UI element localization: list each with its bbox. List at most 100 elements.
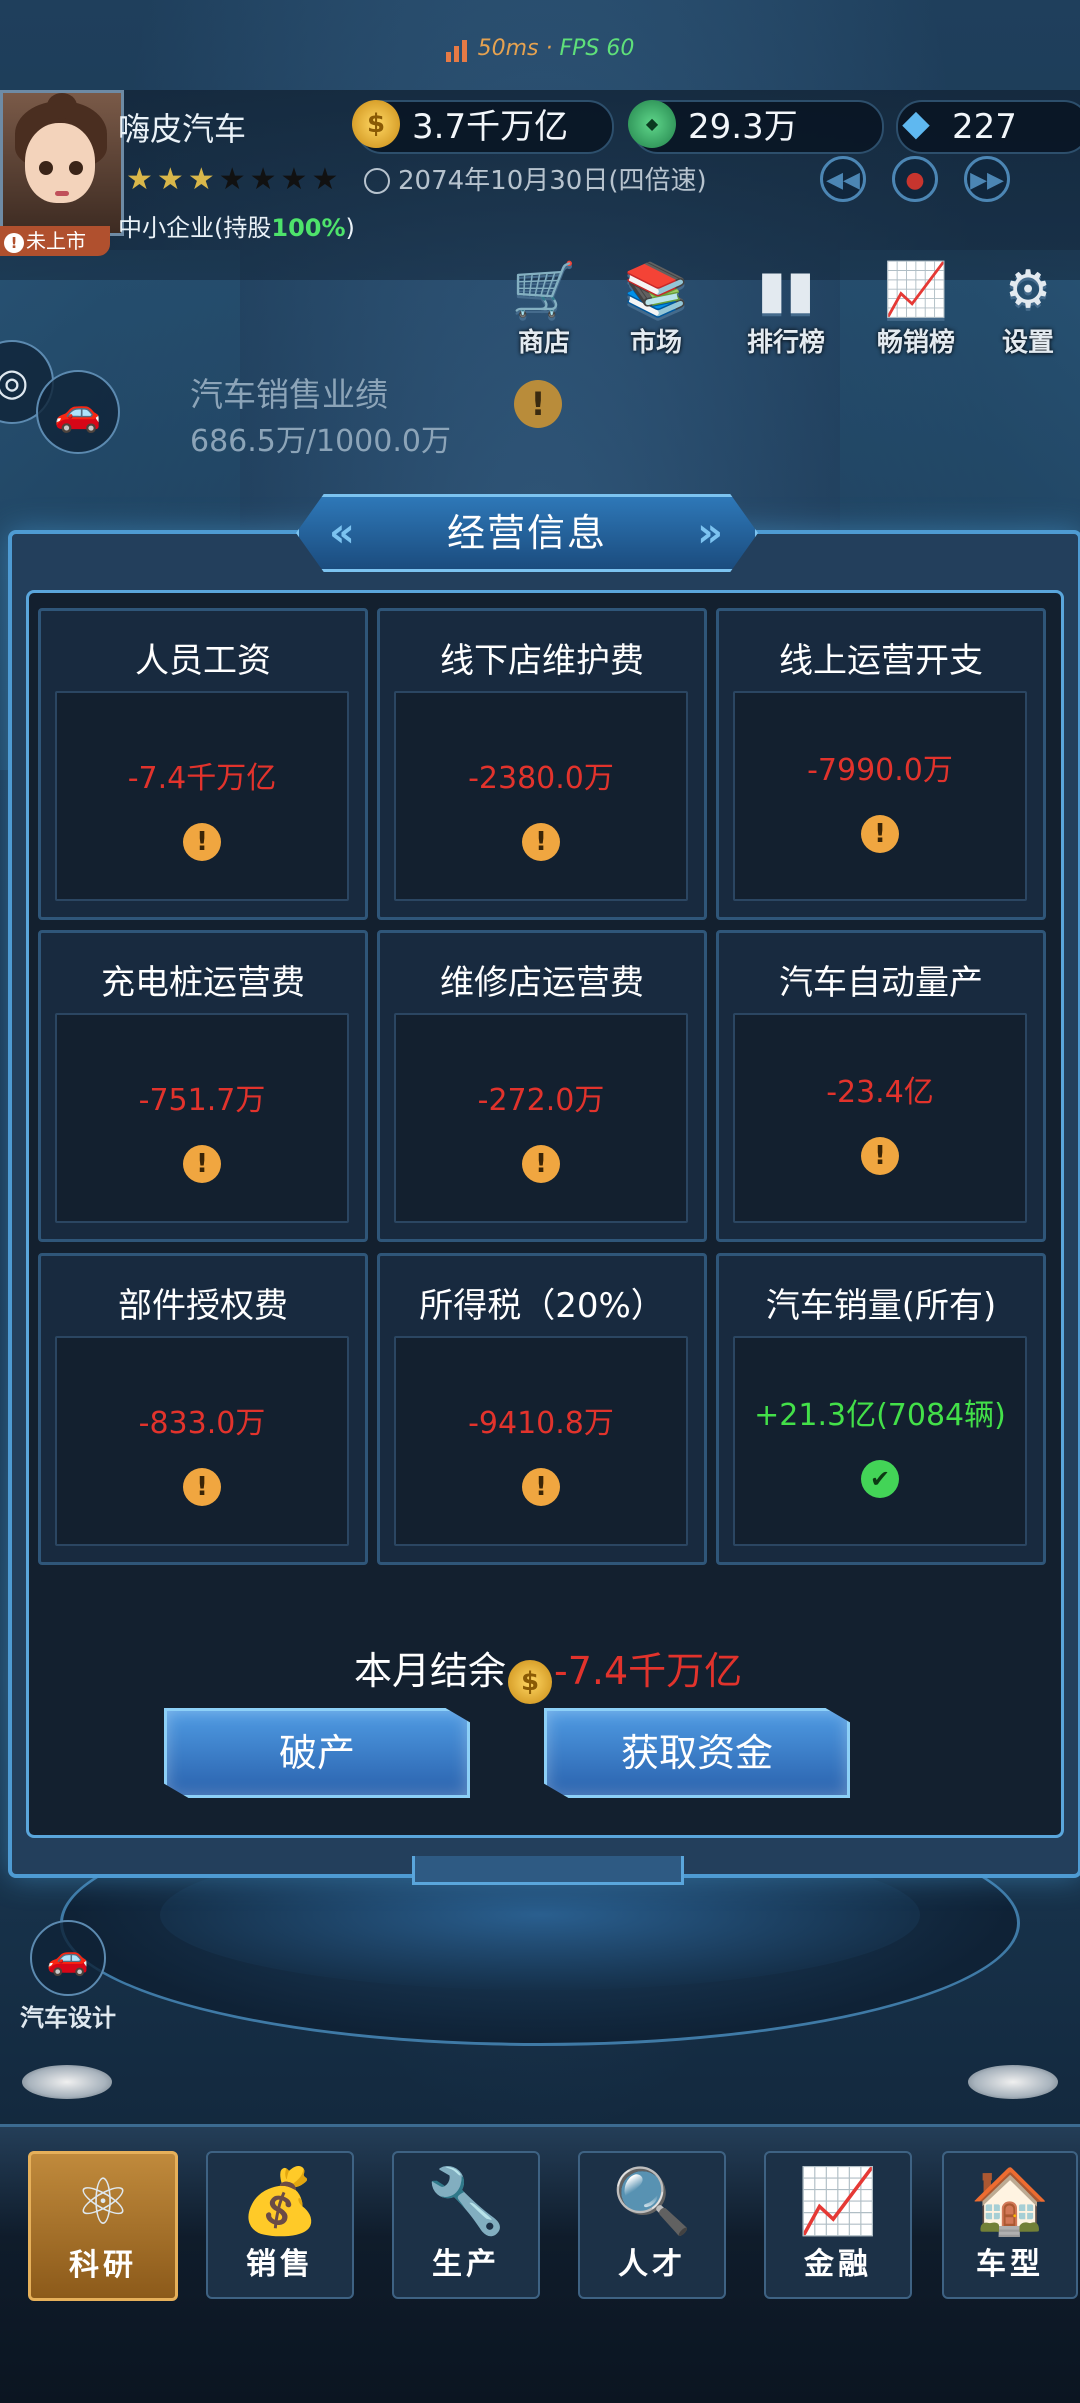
menu-shop[interactable]: 🛒 商店 <box>494 258 594 358</box>
nav-research[interactable]: ⚛ 科研 <box>28 2151 178 2301</box>
record-dot-icon: ● <box>905 168 925 193</box>
rewind-button[interactable]: ◀◀ <box>820 156 866 202</box>
bottom-nav: ⚛ 科研 💰 销售 🔧 生产 🔍 人才 📈 金融 🏠 车型 <box>0 2124 1080 2403</box>
card-title: 所得税（20%） <box>419 1286 665 1326</box>
warning-icon[interactable]: ! <box>183 1145 221 1183</box>
warning-icon[interactable]: ! <box>522 1145 560 1183</box>
expense-card-offline-stores[interactable]: 线下店维护费 -2380.0万 ! <box>377 608 707 920</box>
listing-status-badge[interactable]: ! 未上市 <box>0 226 110 256</box>
car-design-label: 汽车设计 <box>20 2004 116 2032</box>
car-design-icon: 🚗 <box>30 1920 106 1996</box>
player-avatar[interactable] <box>0 90 124 236</box>
car-design-shortcut[interactable]: 🚗 汽车设计 <box>8 1920 128 2033</box>
sales-target-progress: 686.5万/1000.0万 <box>190 424 451 459</box>
sales-target-alert-icon[interactable]: ! <box>514 380 562 428</box>
card-title: 部件授权费 <box>118 1286 288 1326</box>
card-value: -23.4亿 <box>826 1075 934 1110</box>
game-date-text: 2074年10月30日(四倍速) <box>398 166 707 196</box>
fps-text: FPS 60 <box>559 36 635 61</box>
star-empty-icon: ★ <box>218 162 250 197</box>
expense-card-charging-piles[interactable]: 充电桩运营费 -751.7万 ! <box>38 930 368 1242</box>
nav-sales[interactable]: 💰 销售 <box>206 2151 354 2299</box>
menu-market[interactable]: 📚 市场 <box>606 258 706 358</box>
nav-finance[interactable]: 📈 金融 <box>764 2151 912 2299</box>
firm-type-prefix: 中小企业(持股 <box>118 214 272 242</box>
expense-card-repair-shops[interactable]: 维修店运营费 -272.0万 ! <box>377 930 707 1242</box>
garage-icon: 🏠 <box>970 2165 1050 2239</box>
card-value: +21.3亿(7084辆) <box>754 1398 1006 1433</box>
diamond-currency[interactable]: ◆ 227 <box>896 100 1080 154</box>
trend-chart-icon: 📈 <box>883 260 949 320</box>
research-icon: ⚛ <box>74 2166 132 2240</box>
card-value-box: -23.4亿 ! <box>733 1013 1027 1223</box>
menu-settings[interactable]: ⚙ 设置 <box>978 258 1078 358</box>
warning-icon[interactable]: ! <box>183 823 221 861</box>
tools-icon: 🔧 <box>426 2165 506 2239</box>
menu-bestsellers[interactable]: 📈 畅销榜 <box>866 258 966 358</box>
card-title: 汽车自动量产 <box>779 963 983 1003</box>
expense-card-income-tax[interactable]: 所得税（20%） -9410.8万 ! <box>377 1253 707 1565</box>
card-value: -2380.0万 <box>468 761 614 796</box>
warning-icon[interactable]: ! <box>861 1137 899 1175</box>
card-value-box: -272.0万 ! <box>394 1013 688 1223</box>
network-status: 50ms · FPS 60 <box>0 36 1080 62</box>
gold-currency[interactable]: $3.7千万亿 <box>352 100 614 154</box>
card-title: 线下店维护费 <box>440 641 644 681</box>
card-title: 维修店运营费 <box>440 963 644 1003</box>
menu-leaderboard-label: 排行榜 <box>746 328 825 358</box>
diamond-value: 227 <box>952 107 1017 147</box>
star-empty-icon: ★ <box>249 162 281 197</box>
pause-button[interactable]: ● <box>892 156 938 202</box>
floor-lamp-left <box>22 2065 112 2099</box>
fast-forward-button[interactable]: ▶▶ <box>964 156 1010 202</box>
nav-talent[interactable]: 🔍 人才 <box>578 2151 726 2299</box>
books-icon: 📚 <box>623 260 689 320</box>
expense-card-salaries[interactable]: 人员工资 -7.4千万亿 ! <box>38 608 368 920</box>
sales-target[interactable]: 汽车销售业绩 686.5万/1000.0万 <box>190 368 451 460</box>
share-percent: 100% <box>271 214 346 242</box>
gold-coin-icon: $ <box>508 1660 553 1704</box>
warning-icon[interactable]: ! <box>522 823 560 861</box>
star-filled-icon: ★ <box>126 162 157 197</box>
signal-icon <box>445 37 470 62</box>
star-empty-icon: ★ <box>311 162 343 197</box>
nav-car-models-label: 车型 <box>976 2247 1044 2282</box>
green-currency[interactable]: ◆ 29.3万 <box>628 100 884 154</box>
gold-coin-icon: $ <box>352 100 400 148</box>
fast-forward-icon: ▶▶ <box>970 168 1004 193</box>
card-title: 人员工资 <box>135 641 271 681</box>
menu-bestsellers-label: 畅销榜 <box>876 328 955 358</box>
bankrupt-button[interactable]: 破产 <box>164 1708 470 1798</box>
expense-card-part-licensing[interactable]: 部件授权费 -833.0万 ! <box>38 1253 368 1565</box>
round-badge-icon: ◎ <box>0 360 29 404</box>
star-filled-icon: ★ <box>187 162 219 197</box>
card-value-box: -833.0万 ! <box>55 1336 349 1546</box>
expense-card-auto-production[interactable]: 汽车自动量产 -23.4亿 ! <box>716 930 1046 1242</box>
green-gem-icon: ◆ <box>628 100 676 148</box>
expense-card-online-ops[interactable]: 线上运营开支 -7990.0万 ! <box>716 608 1046 920</box>
card-value: -7.4千万亿 <box>127 761 277 796</box>
warning-icon[interactable]: ! <box>183 1468 221 1506</box>
card-value-box: -2380.0万 ! <box>394 691 688 901</box>
get-funds-button[interactable]: 获取资金 <box>544 1708 850 1798</box>
star-filled-icon: ★ <box>156 162 188 197</box>
card-value: -9410.8万 <box>468 1406 614 1441</box>
nav-production[interactable]: 🔧 生产 <box>392 2151 540 2299</box>
warning-icon[interactable]: ! <box>522 1468 560 1506</box>
card-title: 汽车销量(所有) <box>765 1286 997 1326</box>
dialog-title: « 经营信息 » <box>296 494 758 572</box>
clock-icon <box>364 168 390 194</box>
nav-car-models[interactable]: 🏠 车型 <box>942 2151 1078 2299</box>
listing-status-text: 未上市 <box>26 229 86 253</box>
avatar-hair-bun <box>47 93 77 119</box>
avatar-mouth <box>55 191 69 196</box>
side-shortcut-car-settings[interactable]: 🚗 <box>36 370 120 454</box>
menu-leaderboard[interactable]: ▮▮ 排行榜 <box>736 258 836 358</box>
avatar-eye-left <box>39 161 53 175</box>
warning-icon[interactable]: ! <box>861 815 899 853</box>
dialog-bottom-tab <box>412 1856 684 1885</box>
talent-search-icon: 🔍 <box>612 2165 692 2239</box>
floor-lamp-right <box>968 2065 1058 2099</box>
checkmark-icon[interactable]: ✔ <box>861 1460 899 1498</box>
income-card-car-sales[interactable]: 汽车销量(所有) +21.3亿(7084辆) ✔ <box>716 1253 1046 1565</box>
